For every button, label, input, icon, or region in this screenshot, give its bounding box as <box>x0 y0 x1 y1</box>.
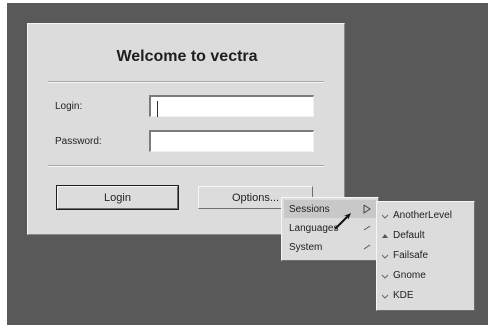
password-input[interactable] <box>149 130 314 152</box>
dialog-title: Welcome to vectra <box>116 48 258 65</box>
radio-on-icon <box>382 233 388 238</box>
menu-item-label: System <box>289 241 323 253</box>
title-separator <box>48 81 324 83</box>
submenu-arrow-icon <box>363 244 371 250</box>
session-option-anotherlevel[interactable]: AnotherLevel <box>380 206 452 225</box>
options-menu: Sessions Languages System <box>281 197 379 261</box>
radio-off-icon <box>381 274 389 279</box>
menu-item-system[interactable]: System <box>284 238 376 256</box>
submenu-arrow-icon <box>363 204 371 214</box>
login-button[interactable]: Login <box>56 185 179 210</box>
menu-item-sessions[interactable]: Sessions <box>284 200 376 218</box>
radio-off-icon <box>381 214 389 219</box>
login-label: Login: <box>55 101 83 112</box>
session-option-label: Failsafe <box>393 250 429 261</box>
session-option-gnome[interactable]: Gnome <box>380 266 426 285</box>
submenu-arrow-icon <box>363 225 371 231</box>
password-label: Password: <box>55 136 102 147</box>
menu-item-label: Languages <box>289 222 339 234</box>
text-caret <box>157 101 158 117</box>
session-option-label: Gnome <box>393 270 426 281</box>
session-option-default[interactable]: Default <box>380 226 425 245</box>
session-option-label: Default <box>393 230 425 241</box>
menu-item-label: Sessions <box>289 203 330 215</box>
login-input[interactable] <box>149 95 314 117</box>
session-option-label: AnotherLevel <box>393 210 452 221</box>
session-option-failsafe[interactable]: Failsafe <box>380 246 428 265</box>
radio-off-icon <box>381 254 389 259</box>
fields-separator <box>48 165 324 167</box>
menu-item-languages[interactable]: Languages <box>284 219 376 237</box>
radio-off-icon <box>381 294 389 299</box>
mouse-pointer-icon <box>334 213 351 230</box>
session-option-kde[interactable]: KDE <box>380 286 414 305</box>
session-option-label: KDE <box>393 290 414 301</box>
sessions-submenu: AnotherLevel Default Failsafe Gnome KDE <box>376 201 475 311</box>
